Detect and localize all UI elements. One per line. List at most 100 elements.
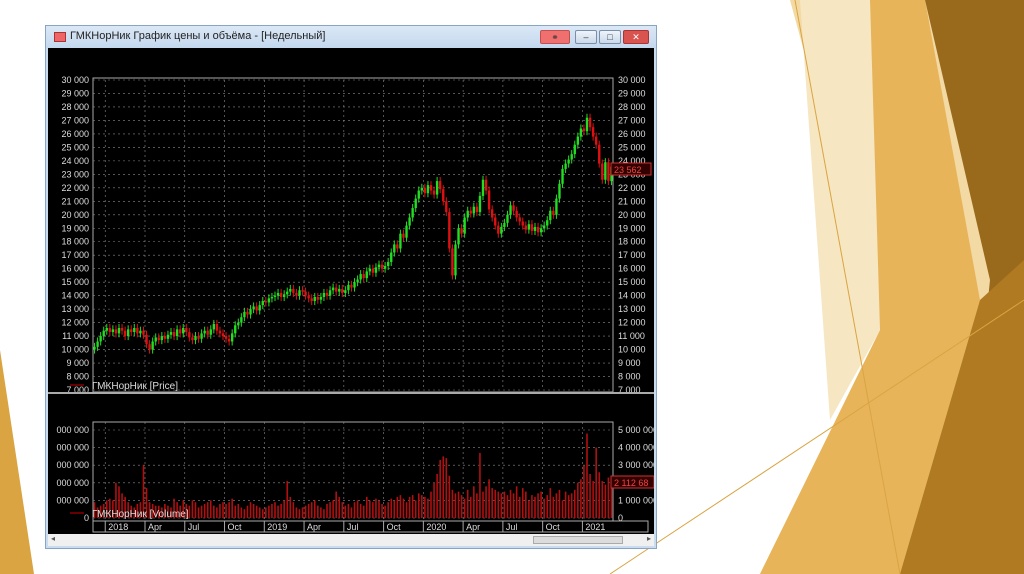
volume-bar bbox=[243, 509, 246, 518]
candle-body bbox=[539, 228, 543, 233]
volume-bar bbox=[252, 503, 255, 518]
candle-body bbox=[240, 317, 243, 323]
volume-bar bbox=[451, 489, 454, 518]
price-tick-right: 10 000 bbox=[618, 345, 646, 355]
close-button[interactable]: ✕ bbox=[623, 30, 649, 44]
minimize-button[interactable]: – bbox=[575, 30, 597, 44]
date-axis[interactable] bbox=[92, 520, 649, 533]
candle-body bbox=[191, 337, 194, 341]
candle-body bbox=[604, 162, 607, 180]
volume-bar bbox=[289, 496, 292, 518]
candle-body bbox=[182, 328, 185, 334]
candle-body bbox=[96, 341, 99, 347]
price-tick-left: 18 000 bbox=[61, 237, 89, 247]
candle-body bbox=[206, 330, 209, 335]
candle-body bbox=[598, 144, 601, 164]
volume-bar bbox=[216, 507, 218, 518]
candle-body bbox=[163, 336, 167, 339]
volume-bar bbox=[433, 482, 435, 518]
candle-body bbox=[414, 198, 417, 209]
candle-body bbox=[252, 306, 255, 310]
volume-bar bbox=[473, 486, 475, 518]
volume-bar bbox=[203, 503, 206, 518]
volume-bar bbox=[558, 489, 561, 518]
volume-bar bbox=[405, 502, 408, 518]
candle-body bbox=[411, 208, 414, 218]
scroll-thumb[interactable] bbox=[533, 536, 623, 544]
chart-area[interactable]: 7 000 7 000 8 000 8 000 9 000 9 000 10 000 10 0… bbox=[48, 48, 658, 534]
date-label: Jul bbox=[347, 522, 359, 532]
price-tick-left: 29 000 bbox=[61, 88, 89, 98]
volume-bar bbox=[564, 491, 567, 518]
price-tick-left: 16 000 bbox=[61, 264, 89, 274]
link-button[interactable]: ⚭ bbox=[540, 30, 570, 44]
volume-bar bbox=[573, 489, 576, 518]
maximize-button[interactable]: □ bbox=[599, 30, 621, 44]
volume-bar bbox=[546, 495, 549, 518]
volume-bar bbox=[506, 495, 509, 518]
volume-bar bbox=[598, 472, 601, 518]
candle-body bbox=[136, 328, 139, 334]
volume-bar bbox=[390, 498, 393, 518]
price-tick-left: 26 000 bbox=[61, 129, 89, 139]
volume-bar bbox=[225, 503, 227, 518]
price-tick-right: 26 000 bbox=[618, 129, 646, 139]
volume-bar bbox=[491, 488, 493, 518]
candle-body bbox=[200, 333, 203, 339]
candle-body bbox=[334, 287, 338, 292]
price-tick-left: 17 000 bbox=[61, 250, 89, 260]
candle-body bbox=[154, 337, 157, 342]
candle-body bbox=[279, 292, 283, 297]
volume-bar bbox=[344, 505, 347, 518]
price-tick-right: 17 000 bbox=[618, 250, 646, 260]
volume-bar bbox=[369, 500, 371, 518]
price-tick-left: 21 000 bbox=[61, 196, 89, 206]
volume-bar bbox=[356, 500, 359, 518]
volume-bar bbox=[531, 495, 533, 518]
scroll-right-icon[interactable]: ▸ bbox=[647, 534, 651, 543]
candle-body bbox=[117, 328, 121, 334]
volume-bar bbox=[280, 503, 282, 518]
price-tick-right: 18 000 bbox=[618, 237, 646, 247]
candle-body bbox=[561, 168, 564, 184]
volume-bar bbox=[537, 493, 539, 518]
volume-bar bbox=[417, 493, 420, 518]
candle-body bbox=[426, 185, 430, 194]
date-label: 2018 bbox=[108, 522, 128, 532]
candle-body bbox=[435, 181, 439, 195]
scroll-left-icon[interactable]: ◂ bbox=[51, 534, 55, 543]
candle-body bbox=[405, 225, 408, 238]
candle-body bbox=[607, 162, 610, 182]
candle-body bbox=[316, 297, 320, 300]
horizontal-scrollbar[interactable]: ◂ ▸ bbox=[48, 534, 654, 546]
candle-body bbox=[567, 159, 570, 164]
volume-bar bbox=[399, 495, 402, 518]
candle-body bbox=[487, 190, 491, 210]
price-volume-chart[interactable]: 7 000 7 0008 000 8 0009 000 9 00010 000 10 0… bbox=[48, 48, 658, 534]
candle-body bbox=[160, 336, 164, 341]
volume-bar bbox=[197, 507, 200, 518]
volume-bar bbox=[485, 486, 487, 518]
volume-bar bbox=[329, 502, 331, 518]
candle-body bbox=[243, 311, 246, 318]
title-bar[interactable]: ГМКНорНик График цены и объёма - [Недель… bbox=[46, 26, 656, 48]
volume-tick-right: 4 000 000 bbox=[618, 443, 654, 453]
candle-body bbox=[234, 325, 237, 334]
volume-bar bbox=[338, 496, 341, 518]
candle-body bbox=[383, 266, 387, 269]
volume-bar bbox=[261, 509, 264, 518]
app-icon bbox=[54, 32, 66, 42]
candle-body bbox=[313, 297, 316, 302]
candle-body bbox=[194, 336, 197, 341]
volume-bar bbox=[503, 491, 506, 518]
volume-bar bbox=[286, 481, 289, 518]
volume-bar bbox=[393, 500, 396, 518]
candle-body bbox=[212, 323, 216, 330]
volume-bar bbox=[421, 495, 423, 518]
candle-body bbox=[237, 322, 240, 326]
price-tick-left: 24 000 bbox=[61, 156, 89, 166]
price-tick-left: 14 000 bbox=[61, 291, 89, 301]
price-tick-right: 25 000 bbox=[618, 142, 646, 152]
candle-body bbox=[420, 187, 424, 191]
price-tick-left: 20 000 bbox=[61, 210, 89, 220]
